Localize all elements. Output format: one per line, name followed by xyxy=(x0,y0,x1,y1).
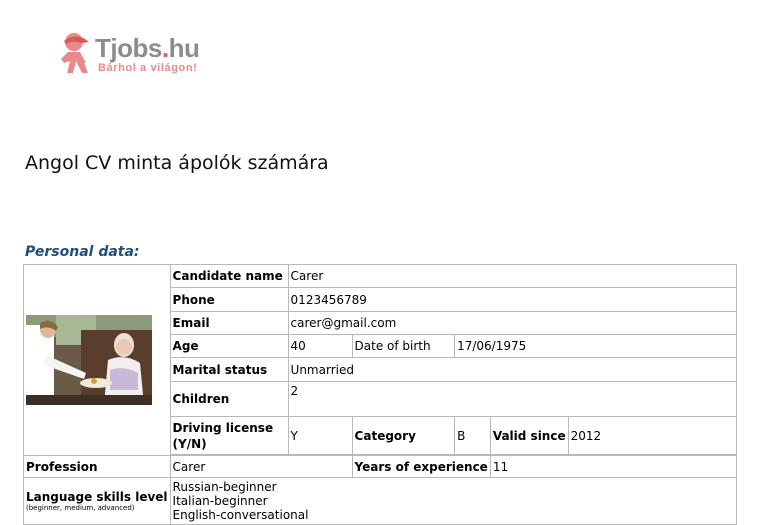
language-skills-value: Russian-beginner Italian-beginner Englis… xyxy=(169,477,737,525)
category-value: B xyxy=(454,416,491,455)
candidate-name-value: Carer xyxy=(287,264,737,288)
children-label: Children xyxy=(169,381,289,417)
driving-license-label: Driving license (Y/N) xyxy=(169,416,289,455)
language-skills-label-cell: Language skills level (beginner, medium,… xyxy=(23,477,171,525)
table-row: Profession Carer Years of experience 11 xyxy=(23,455,737,478)
table-row: Language skills level (beginner, medium,… xyxy=(23,477,737,525)
candidate-photo xyxy=(26,315,152,405)
valid-since-value: 2012 xyxy=(567,416,737,455)
valid-since-label: Valid since xyxy=(489,416,569,455)
language-item: English-conversational xyxy=(172,508,309,522)
table-row: Candidate name Carer xyxy=(23,264,737,456)
tjobs-logo: Tjobs.hu Bárhol a világon! xyxy=(58,31,228,77)
email-label: Email xyxy=(169,311,289,335)
logo-tagline: Bárhol a világon! xyxy=(98,62,198,74)
children-value: 2 xyxy=(287,381,737,417)
document-title: Angol CV minta ápolók számára xyxy=(25,152,329,174)
dob-label: Date of birth xyxy=(351,334,456,358)
phone-label: Phone xyxy=(169,287,289,312)
marital-status-value: Unmarried xyxy=(287,357,737,382)
age-value: 40 xyxy=(287,334,353,358)
marital-status-label: Marital status xyxy=(169,357,289,382)
language-item: Italian-beginner xyxy=(172,494,268,508)
language-skills-hint: (beginner, medium, advanced) xyxy=(26,504,135,512)
section-title-personal-data: Personal data: xyxy=(25,244,140,260)
driving-license-value: Y xyxy=(287,416,353,455)
person-logo-icon xyxy=(61,33,89,73)
age-label: Age xyxy=(169,334,289,358)
category-label: Category xyxy=(351,416,456,455)
care-photo-image xyxy=(26,315,152,405)
experience-value: 11 xyxy=(489,455,737,478)
profession-label: Profession xyxy=(23,455,171,478)
dob-value: 17/06/1975 xyxy=(454,334,737,358)
candidate-photo-cell xyxy=(23,264,171,456)
candidate-name-label: Candidate name xyxy=(169,264,289,288)
language-item: Russian-beginner xyxy=(172,480,277,494)
profession-value: Carer xyxy=(169,455,353,478)
personal-data-table: Candidate name Carer Phone 0123456789 Em… xyxy=(23,264,737,525)
phone-value: 0123456789 xyxy=(287,287,737,312)
experience-label: Years of experience xyxy=(351,455,491,478)
email-value: carer@gmail.com xyxy=(287,311,737,335)
language-skills-label: Language skills level xyxy=(26,490,168,504)
logo-wordmark: Tjobs.hu xyxy=(95,33,200,63)
